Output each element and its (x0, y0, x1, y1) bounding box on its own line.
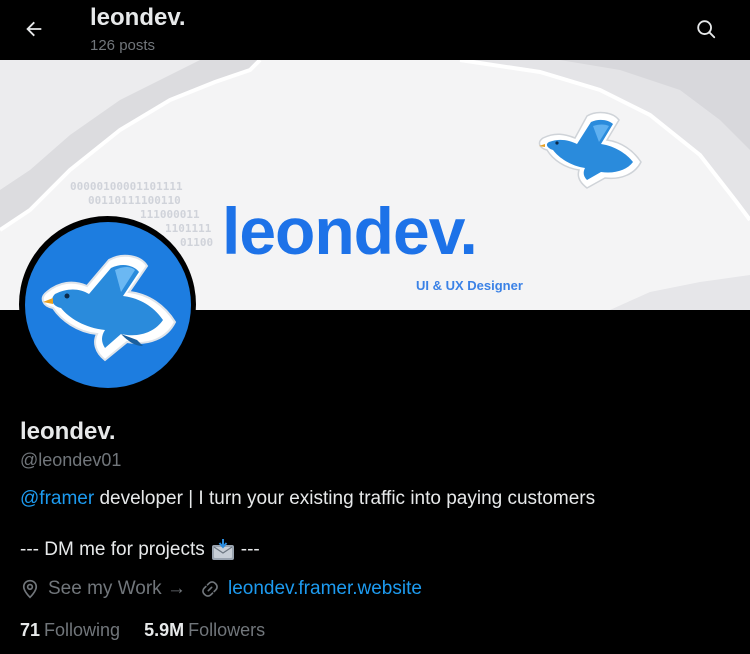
bio-line2-prefix: --- DM me for projects (20, 539, 205, 560)
binary-line: 00110111100110 (88, 194, 181, 207)
banner-brand-title: leondev. (222, 194, 478, 268)
duck-sticker-icon (538, 111, 642, 189)
profile-bio: @framer developer | I turn your existing… (20, 488, 595, 510)
mailbox-icon (211, 539, 234, 560)
profile-bio-line2: --- DM me for projects --- (20, 539, 260, 561)
link-icon (202, 581, 218, 597)
bio-line2-suffix: --- (240, 539, 260, 560)
header-title: leondev. (90, 4, 186, 31)
profile-avatar[interactable] (19, 216, 196, 393)
back-button[interactable] (14, 9, 54, 49)
profile-handle: @leondev01 (20, 450, 122, 470)
following-count: 71 (20, 620, 41, 640)
followers-link[interactable]: 5.9M Followers (144, 620, 265, 641)
top-header: leondev. 126 posts (0, 0, 750, 60)
profile-meta: See my Work → leondev.framer.website (20, 578, 422, 600)
search-button[interactable] (686, 9, 726, 49)
location-pin-icon (22, 579, 38, 599)
following-label: Following (44, 620, 121, 640)
followers-count: 5.9M (144, 620, 185, 640)
website-link[interactable]: leondev.framer.website (228, 578, 422, 600)
posts-count: 126 posts (90, 37, 156, 54)
bio-mention-link[interactable]: @framer (20, 488, 94, 509)
website-item[interactable]: leondev.framer.website (200, 578, 422, 600)
duck-avatar-icon (41, 254, 176, 361)
avatar-image (24, 221, 191, 388)
location-item: See my Work → (20, 578, 186, 600)
following-link[interactable]: 71 Following (20, 620, 120, 641)
arrow-left-icon (26, 21, 42, 37)
binary-line: 00000100001101111 (70, 180, 183, 193)
profile-name: leondev. (20, 418, 116, 445)
banner-subtitle: UI & UX Designer (416, 278, 523, 293)
search-icon (697, 20, 716, 39)
bio-text: developer | I turn your existing traffic… (94, 488, 596, 509)
location-text: See my Work → (48, 578, 186, 599)
follow-stats: 71 Following 5.9M Followers (20, 620, 265, 641)
followers-label: Followers (188, 620, 266, 640)
